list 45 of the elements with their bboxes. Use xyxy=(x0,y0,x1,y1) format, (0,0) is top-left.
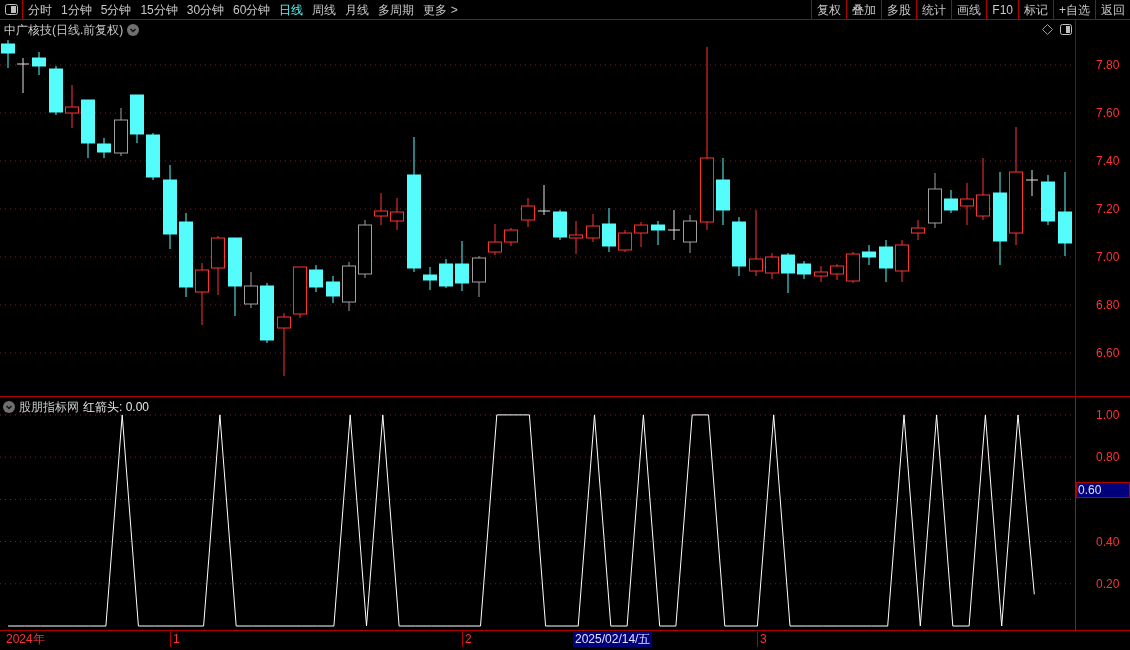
price-label: 7.40 xyxy=(1096,154,1120,168)
toolbar-button[interactable]: 返回 xyxy=(1095,0,1130,19)
date-label: 2025/02/14/五 xyxy=(573,632,653,647)
panel-toggle-icon[interactable] xyxy=(4,4,18,15)
toolbar-button[interactable]: F10 xyxy=(986,0,1018,19)
period-tab[interactable]: 日线 xyxy=(279,0,304,19)
indicator-reading: 红箭头: 0.00 xyxy=(83,399,150,416)
toolbar-button[interactable]: +自选 xyxy=(1053,0,1095,19)
axis-label: 0.40 xyxy=(1096,534,1120,549)
price-label: 6.60 xyxy=(1096,346,1120,360)
axis-label: 0.20 xyxy=(1096,576,1120,591)
toolbar-button[interactable]: 叠加 xyxy=(846,0,882,19)
period-tab[interactable]: 周线 xyxy=(312,0,337,19)
diamond-icon[interactable] xyxy=(1042,24,1053,35)
dropdown-icon[interactable] xyxy=(3,401,15,413)
price-label: 7.60 xyxy=(1096,106,1120,120)
chart-title: 中广核技(日线.前复权) xyxy=(4,22,124,39)
date-label: 1 xyxy=(170,632,180,647)
indicator-name: 股朋指标网 xyxy=(19,399,79,416)
period-tab[interactable]: 5分钟 xyxy=(100,0,132,19)
toolbar-button[interactable]: 标记 xyxy=(1018,0,1053,19)
dropdown-icon[interactable] xyxy=(127,24,140,36)
date-label: 3 xyxy=(757,632,767,647)
price-label: 6.80 xyxy=(1096,298,1120,312)
axis-label: 1.00 xyxy=(1096,407,1120,422)
toolbar-button[interactable]: 统计 xyxy=(916,0,952,19)
period-tab[interactable]: 更多 > xyxy=(423,0,458,19)
panel-toggle-icon[interactable] xyxy=(1060,24,1072,35)
price-label: 7.00 xyxy=(1096,250,1120,264)
date-label: 2024年 xyxy=(6,632,45,647)
date-label: 2 xyxy=(462,632,472,647)
period-tab[interactable]: 60分钟 xyxy=(233,0,271,19)
price-label: 7.80 xyxy=(1096,58,1120,72)
cursor-value-label: 0.60 xyxy=(1076,482,1130,499)
period-tab[interactable]: 30分钟 xyxy=(186,0,225,19)
period-tab[interactable]: 多周期 xyxy=(378,0,415,19)
period-tab[interactable]: 15分钟 xyxy=(140,0,178,19)
toolbar-button[interactable]: 多股 xyxy=(881,0,917,19)
period-tab[interactable]: 月线 xyxy=(345,0,370,19)
toolbar-button[interactable]: 画线 xyxy=(951,0,987,19)
axis-label: 0.80 xyxy=(1096,450,1120,465)
price-label: 7.20 xyxy=(1096,202,1120,216)
period-tab[interactable]: 1分钟 xyxy=(61,0,92,19)
period-tab[interactable]: 分时 xyxy=(28,0,52,19)
toolbar-button[interactable]: 复权 xyxy=(811,0,847,19)
